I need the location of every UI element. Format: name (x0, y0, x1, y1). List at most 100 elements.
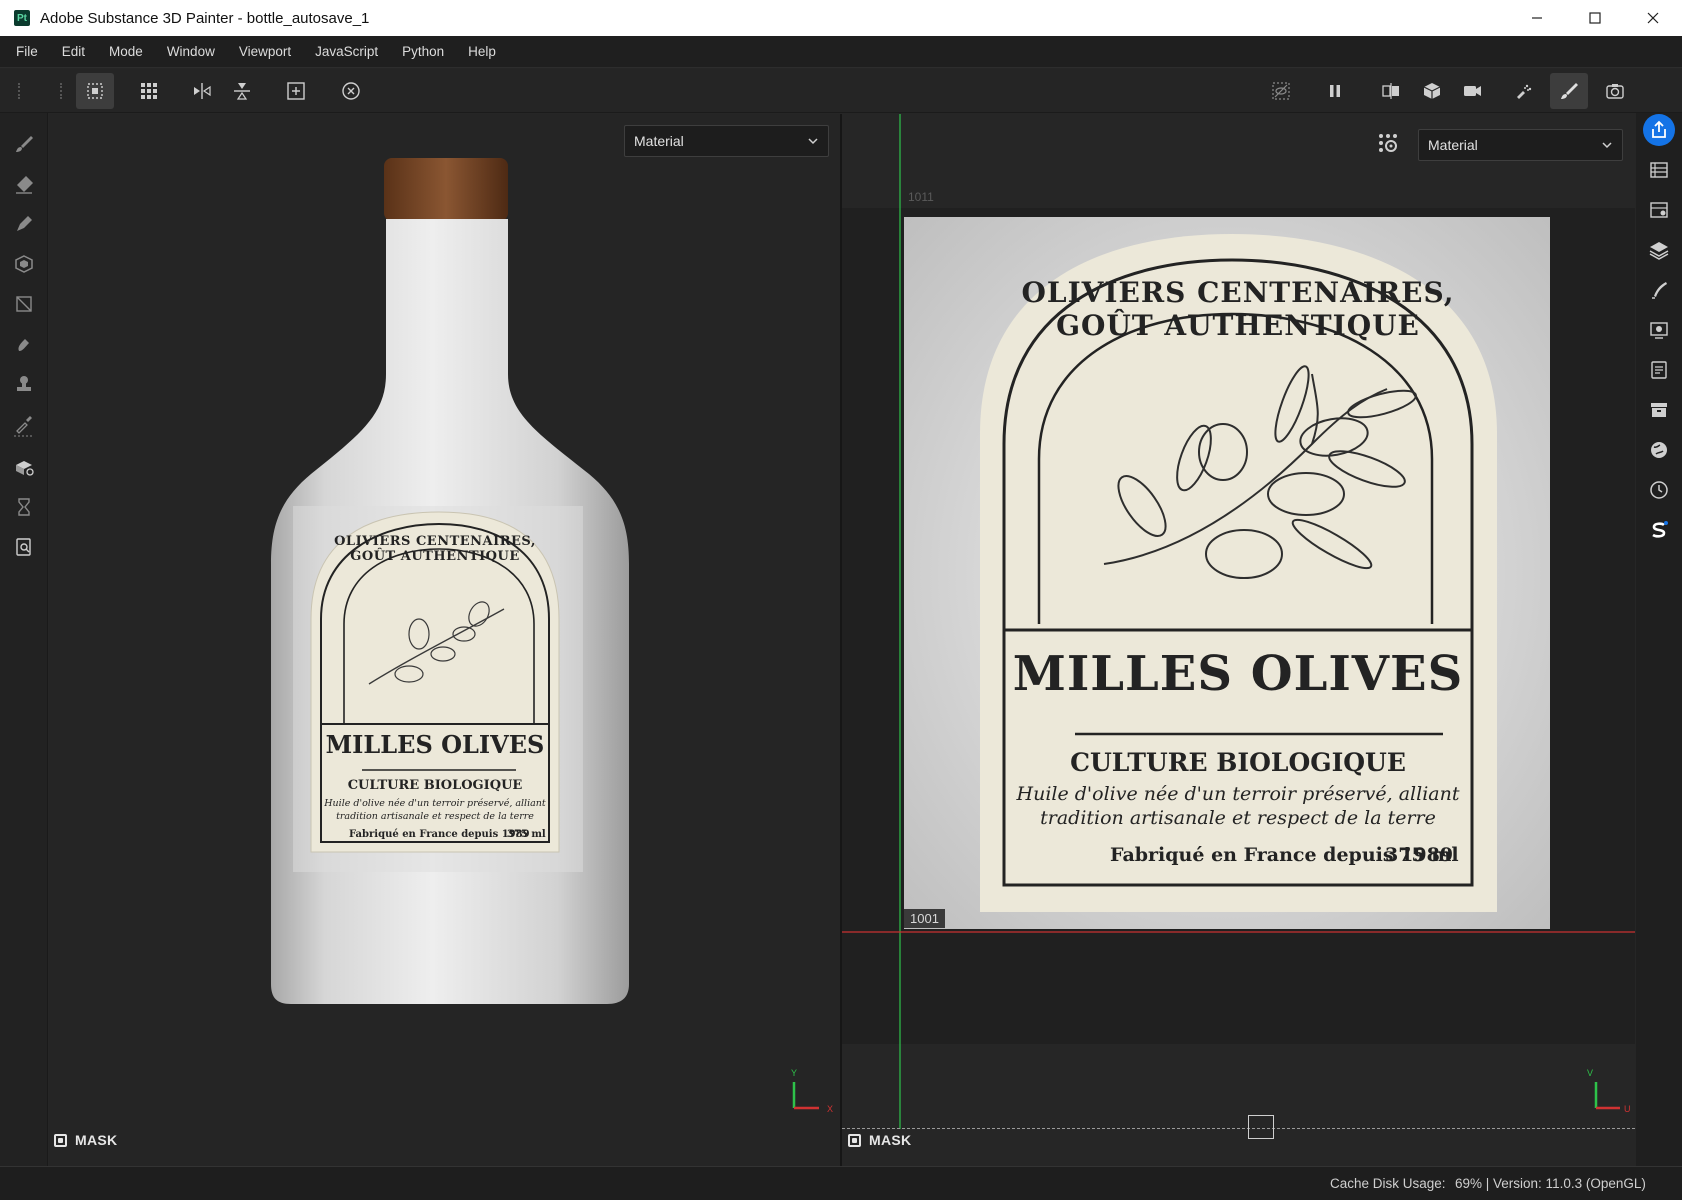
selection-grid-icon (87, 83, 103, 99)
uv-tiles-select-button[interactable] (76, 73, 114, 109)
close-icon[interactable] (1624, 0, 1682, 36)
toolbar-grip[interactable] (18, 83, 20, 99)
uv-label-volume: 375 ml (1385, 844, 1459, 866)
menu-javascript[interactable]: JavaScript (303, 36, 390, 68)
uv-label-desc-1: Huile d'olive née d'un terroir préservé,… (1016, 783, 1460, 805)
viewport-2d-edge (842, 1128, 1635, 1129)
hide-overlay-button[interactable] (1262, 73, 1300, 109)
paint-tool-button[interactable] (10, 130, 38, 158)
viewport-3d-mask-label: MASK (75, 1132, 118, 1148)
menu-python[interactable]: Python (390, 36, 456, 68)
pause-button[interactable] (1316, 73, 1354, 109)
substance-logo-icon (1652, 521, 1668, 538)
clone-tool-button[interactable] (10, 370, 38, 398)
projection-tool-button[interactable] (10, 210, 38, 238)
assets-panel-button[interactable] (1643, 394, 1675, 426)
texture-set-list-button[interactable] (1643, 154, 1675, 186)
share-export-icon (1652, 120, 1666, 138)
grid-icon (141, 83, 157, 99)
layers-panel-button[interactable] (1643, 234, 1675, 266)
mirror-horizontal-icon (194, 83, 211, 99)
symmetry-y-button[interactable] (223, 73, 261, 109)
bottle-label-origin: Fabriqué en France depuis 1989 (349, 829, 530, 840)
display-settings-button[interactable] (1643, 314, 1675, 346)
menu-help[interactable]: Help (456, 36, 508, 68)
geometry-fill-button[interactable] (10, 250, 38, 278)
viewport-2d[interactable]: Material OLIVIERS CENTENAIRES, GOÛT AUTH… (842, 114, 1635, 1166)
uv-label-subtitle: CULTURE BIOLOGIQUE (1070, 748, 1406, 777)
polygon-select-button[interactable] (10, 290, 38, 318)
brush-icon (16, 136, 33, 152)
bottle-label-desc-2: tradition artisanale et respect de la te… (336, 811, 534, 822)
smudge-tool-button[interactable] (10, 330, 38, 358)
toolbar-grip[interactable] (60, 83, 62, 99)
camera-mode-button[interactable] (1453, 73, 1491, 109)
top-toolbar (0, 69, 1682, 113)
export-panel-button[interactable] (1643, 114, 1675, 146)
symmetry-x-button[interactable] (183, 73, 221, 109)
bake-tool-button[interactable] (10, 453, 38, 481)
uv-texture-canvas (842, 114, 1635, 1129)
camera-icon (1606, 84, 1624, 99)
menu-mode[interactable]: Mode (97, 36, 155, 68)
export-preview-button[interactable] (10, 533, 38, 561)
viewport-3d-mask-toggle[interactable]: MASK (54, 1132, 117, 1148)
color-picker-button[interactable] (10, 410, 38, 438)
minimize-icon[interactable] (1508, 0, 1566, 36)
uv-label-desc-2: tradition artisanale et respect de la te… (1040, 807, 1436, 829)
add-object-button[interactable] (277, 73, 315, 109)
pause-icon (1330, 85, 1340, 97)
settings-list-icon (1650, 202, 1668, 218)
uv-tiles-grid-button[interactable] (130, 73, 168, 109)
viewport-2d-mask-toggle[interactable]: MASK (848, 1132, 911, 1148)
polygon-fill-icon (15, 255, 33, 273)
environment-panel-button[interactable] (1643, 434, 1675, 466)
viewport-3d[interactable]: Material OLIVIERS CENTENAIRES, GOÛT AUTH… (49, 114, 840, 1166)
log-panel-button[interactable] (1643, 354, 1675, 386)
cache-and-version-value: 69% | Version: 11.0.3 (OpenGL) (1455, 1176, 1646, 1191)
status-bar: Cache Disk Usage: 69% | Version: 11.0.3 … (0, 1166, 1682, 1200)
properties-panel-button[interactable] (1643, 274, 1675, 306)
udim-tile-1001-label: 1001 (904, 909, 945, 928)
brush-properties-icon (1652, 282, 1667, 299)
gizmo-x-label: X (827, 1104, 834, 1114)
window-controls (1508, 0, 1682, 36)
maximize-icon[interactable] (1566, 0, 1624, 36)
brush-icon (1561, 83, 1578, 99)
reset-view-button[interactable] (332, 73, 370, 109)
hourglass-icon (18, 498, 30, 516)
menu-window[interactable]: Window (155, 36, 227, 68)
spray-tool-button[interactable] (1504, 73, 1542, 109)
eraser-tool-button[interactable] (10, 170, 38, 198)
app-logo-icon: Pt (14, 10, 30, 26)
udim-tile-1011-label: 1011 (908, 190, 934, 204)
timer-tool-button[interactable] (10, 493, 38, 521)
add-box-icon (287, 82, 305, 100)
mirror-vertical-icon (234, 83, 250, 100)
menu-bar: File Edit Mode Window Viewport JavaScrip… (0, 36, 1682, 68)
menu-file[interactable]: File (0, 36, 50, 68)
menu-edit[interactable]: Edit (50, 36, 97, 68)
app-window: Pt Adobe Substance 3D Painter - bottle_a… (0, 0, 1682, 1200)
screenshot-button[interactable] (1596, 73, 1634, 109)
monitor-gear-icon (1650, 322, 1668, 339)
eraser-icon (16, 176, 33, 194)
menu-viewport[interactable]: Viewport (227, 36, 303, 68)
mask-checkbox-icon (848, 1133, 861, 1147)
globe-icon (1651, 442, 1667, 458)
history-panel-button[interactable] (1643, 474, 1675, 506)
layers-icon (1649, 242, 1669, 260)
bottle-label-arc-text: OLIVIERS CENTENAIRES, GOÛT AUTHENTIQUE (334, 534, 536, 564)
display-mode-button[interactable] (1413, 73, 1451, 109)
texture-set-settings-button[interactable] (1643, 194, 1675, 226)
window-title: Adobe Substance 3D Painter - bottle_auto… (40, 9, 370, 27)
smudge-icon (18, 339, 29, 351)
substance-assets-button[interactable] (1643, 514, 1675, 546)
split-view-button[interactable] (1372, 73, 1410, 109)
eye-hidden-icon (1272, 82, 1290, 100)
cache-disk-usage-label: Cache Disk Usage: (1330, 1176, 1446, 1191)
toolbar-grip[interactable] (14, 435, 32, 437)
paint-mode-button[interactable] (1550, 73, 1588, 109)
viewport-2d-scroll-handle[interactable] (1248, 1115, 1274, 1139)
bake-icon (16, 461, 34, 476)
